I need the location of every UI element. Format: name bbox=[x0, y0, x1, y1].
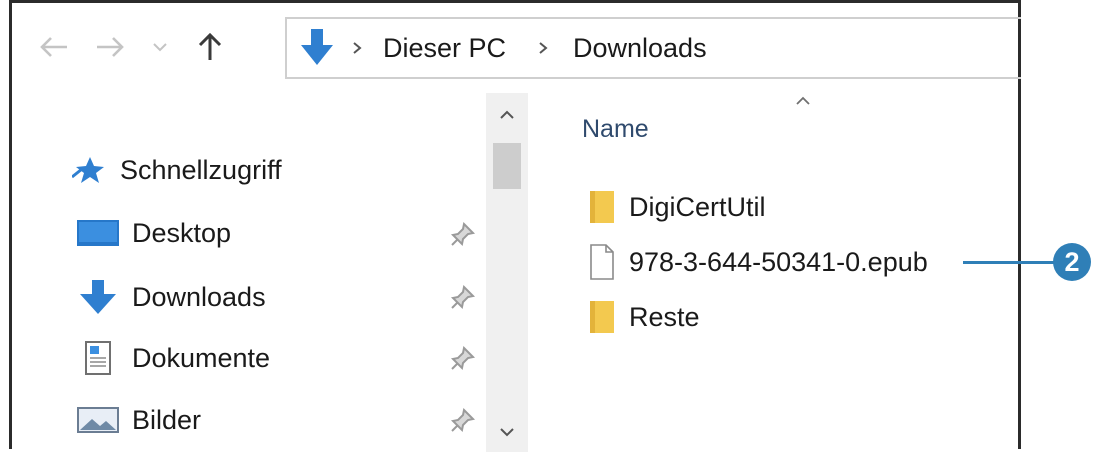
list-item[interactable]: Reste bbox=[589, 294, 700, 340]
pin-icon[interactable] bbox=[450, 284, 476, 315]
sidebar-item-downloads[interactable]: Downloads bbox=[76, 272, 266, 322]
sort-ascending-icon bbox=[796, 96, 810, 105]
star-icon bbox=[72, 157, 104, 183]
desktop-icon bbox=[77, 220, 119, 246]
arrow-up-icon bbox=[198, 32, 222, 60]
pin-icon[interactable] bbox=[450, 407, 476, 438]
scroll-down-icon[interactable] bbox=[498, 426, 516, 438]
sidebar-item-pictures[interactable]: Bilder bbox=[76, 395, 201, 445]
callout-line bbox=[963, 261, 1055, 264]
sidebar-item-desktop[interactable]: Desktop bbox=[76, 208, 231, 258]
scroll-thumb[interactable] bbox=[493, 143, 521, 189]
forward-button[interactable] bbox=[88, 25, 132, 69]
navigation-bar: Dieser PC Downloads bbox=[12, 3, 1021, 91]
callout-badge: 2 bbox=[1053, 243, 1091, 281]
file-name: Reste bbox=[629, 301, 700, 332]
pin-icon[interactable] bbox=[450, 221, 476, 252]
download-arrow-icon bbox=[301, 29, 333, 65]
sidebar-item-label: Desktop bbox=[132, 217, 232, 248]
address-bar[interactable]: Dieser PC Downloads bbox=[285, 17, 1021, 79]
file-name: DigiCertUtil bbox=[629, 191, 766, 222]
recent-locations-button[interactable] bbox=[140, 25, 180, 69]
sidebar-scrollbar[interactable] bbox=[486, 93, 528, 452]
sidebar-item-label: Downloads bbox=[132, 281, 266, 312]
sidebar-item-documents[interactable]: Dokumente bbox=[76, 333, 270, 383]
sidebar-item-label: Schnellzugriff bbox=[120, 154, 282, 185]
pin-icon[interactable] bbox=[450, 345, 476, 376]
back-button[interactable] bbox=[32, 25, 76, 69]
folder-icon bbox=[590, 301, 614, 333]
column-header-name[interactable]: Name bbox=[582, 115, 649, 144]
scroll-up-icon[interactable] bbox=[498, 109, 516, 121]
sidebar-item-label: Bilder bbox=[132, 404, 202, 435]
download-arrow-icon bbox=[80, 280, 116, 314]
breadcrumb-separator-icon bbox=[537, 19, 549, 77]
breadcrumb-this-pc[interactable]: Dieser PC bbox=[383, 19, 506, 77]
chevron-down-icon bbox=[153, 43, 167, 52]
document-icon bbox=[85, 341, 111, 375]
arrow-left-icon bbox=[40, 37, 67, 57]
folder-icon bbox=[590, 191, 614, 223]
pictures-icon bbox=[77, 407, 119, 433]
explorer-window: Dieser PC Downloads Schnellzugriff Deskt… bbox=[9, 0, 1021, 452]
sidebar-item-quick-access[interactable]: Schnellzugriff bbox=[72, 145, 282, 195]
file-name: 978-3-644-50341-0.epub bbox=[629, 246, 928, 277]
sidebar-item-label: Dokumente bbox=[132, 342, 271, 373]
arrow-right-icon bbox=[97, 37, 124, 57]
breadcrumb-downloads[interactable]: Downloads bbox=[573, 19, 707, 77]
breadcrumb-separator-icon bbox=[351, 19, 363, 77]
list-item[interactable]: 978-3-644-50341-0.epub bbox=[589, 239, 928, 285]
file-icon bbox=[590, 244, 614, 280]
list-item[interactable]: DigiCertUtil bbox=[589, 184, 766, 230]
up-button[interactable] bbox=[188, 25, 232, 69]
